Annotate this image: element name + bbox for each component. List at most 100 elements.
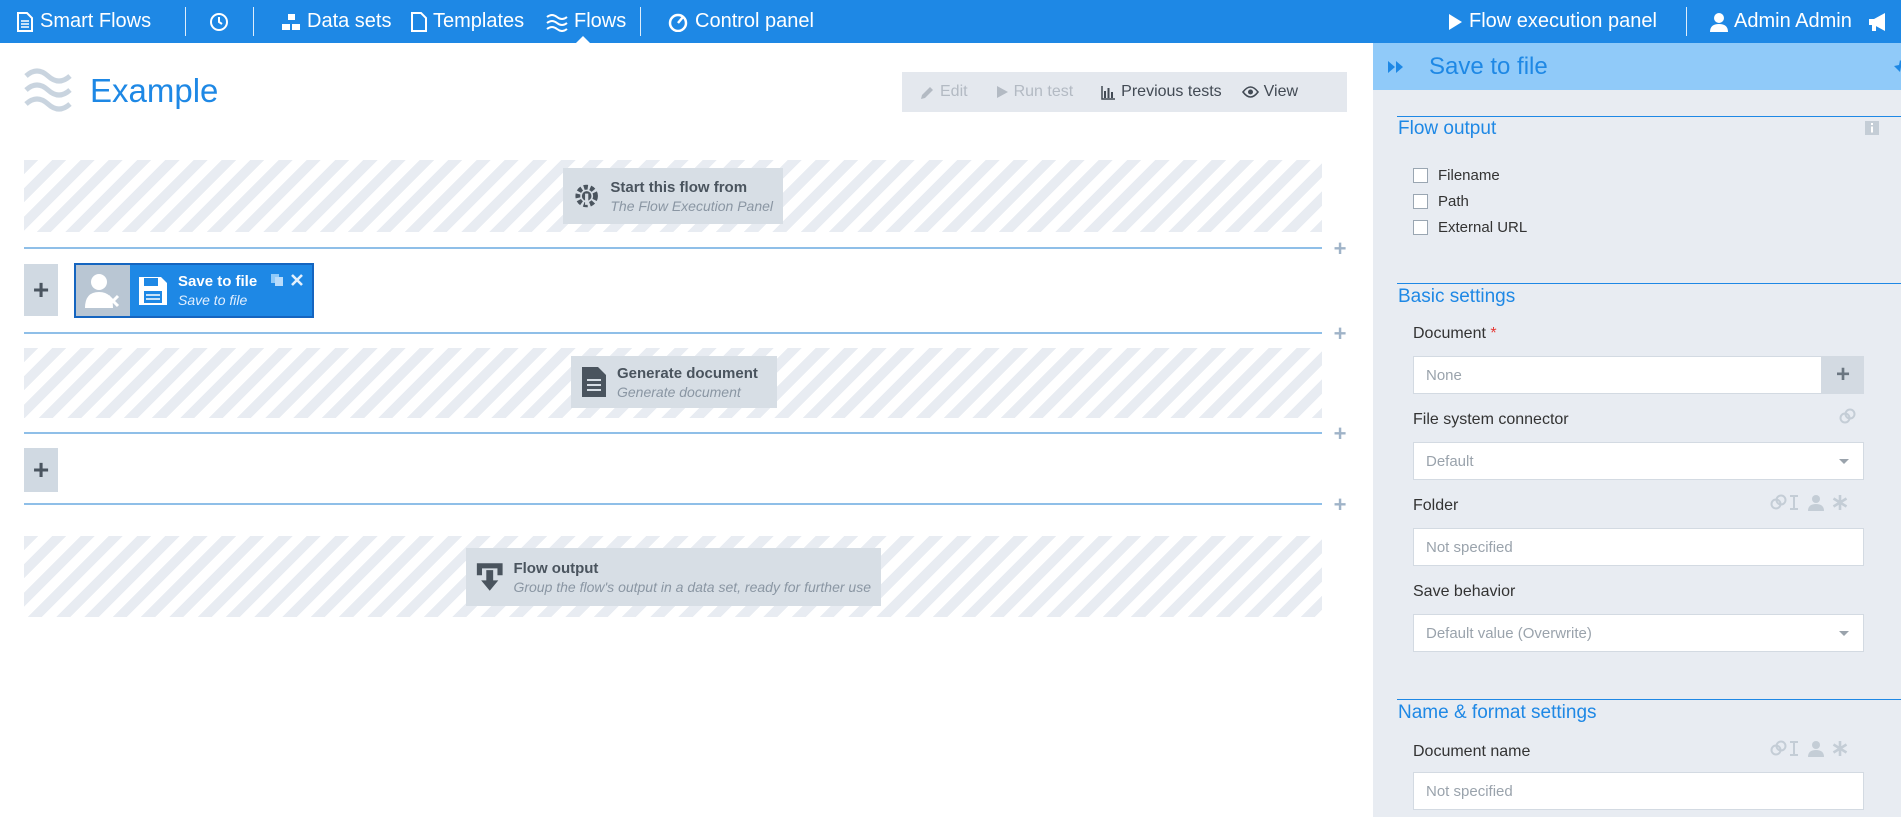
- basic-settings-heading: Basic settings: [1398, 286, 1516, 307]
- nav-templates[interactable]: Templates: [411, 0, 524, 43]
- output-option-filename[interactable]: Filename: [1413, 167, 1500, 184]
- document-select[interactable]: None: [1413, 356, 1822, 394]
- flow-output-node[interactable]: Flow output Group the flow's output in a…: [466, 548, 881, 606]
- connector-line: [24, 332, 1322, 334]
- path-label: Path: [1438, 193, 1469, 210]
- path-checkbox[interactable]: [1413, 194, 1428, 209]
- asterisk-icon[interactable]: [1832, 740, 1848, 757]
- save-node-title: Save to file: [178, 273, 258, 290]
- folder-label: Folder: [1413, 497, 1459, 514]
- history-button[interactable]: [209, 0, 229, 43]
- link-text-icon[interactable]: [1770, 740, 1800, 757]
- info-icon[interactable]: [1864, 120, 1880, 136]
- top-nav: Smart Flows Data sets Templates Flows Co…: [0, 0, 1901, 43]
- play-icon: [1449, 13, 1462, 30]
- floppy-disk-icon: [139, 276, 167, 305]
- save-to-file-node[interactable]: Save to file Save to file: [74, 263, 314, 318]
- clock-icon: [210, 12, 228, 31]
- page-title: Example: [90, 72, 219, 109]
- name-format-heading: Name & format settings: [1398, 702, 1597, 723]
- announcements-button[interactable]: [1868, 0, 1890, 43]
- run-test-button[interactable]: Run test: [986, 72, 1084, 112]
- start-node-title: Start this flow from: [610, 178, 748, 196]
- insert-step-button[interactable]: +: [1332, 323, 1348, 345]
- external-url-label: External URL: [1438, 219, 1528, 236]
- view-label: View: [1263, 83, 1299, 100]
- nav-separator: [253, 7, 254, 36]
- brand-link[interactable]: Smart Flows: [16, 0, 151, 43]
- megaphone-icon: [1869, 12, 1885, 31]
- fs-connector-actions: [1839, 408, 1856, 425]
- copy-icon[interactable]: [270, 273, 284, 287]
- gauge-icon: [668, 13, 688, 32]
- edit-label: Edit: [940, 83, 968, 100]
- document-name-input[interactable]: Not specified: [1413, 772, 1864, 810]
- output-option-path[interactable]: Path: [1413, 193, 1469, 210]
- edit-button[interactable]: Edit: [910, 72, 978, 112]
- sitemap-icon: [282, 13, 300, 30]
- insert-step-button[interactable]: +: [1332, 423, 1348, 445]
- document-name-actions: [1770, 740, 1848, 757]
- user-name: Admin Admin: [1734, 10, 1852, 32]
- document-label-text: Document: [1413, 325, 1486, 342]
- connector-line: [24, 432, 1322, 434]
- filename-checkbox[interactable]: [1413, 168, 1428, 183]
- fs-connector-value: Default: [1426, 452, 1474, 470]
- chevron-down-icon: [1839, 459, 1849, 464]
- start-node[interactable]: Start this flow from The Flow Execution …: [563, 168, 783, 224]
- document-name-label: Document name: [1413, 743, 1531, 760]
- add-document-button[interactable]: +: [1822, 356, 1864, 394]
- flow-execution-panel-label: Flow execution panel: [1469, 10, 1657, 32]
- view-button[interactable]: View: [1232, 72, 1308, 112]
- save-behavior-select[interactable]: Default value (Overwrite): [1413, 614, 1864, 652]
- fs-connector-select[interactable]: Default: [1413, 442, 1864, 480]
- nav-flows-label: Flows: [574, 10, 627, 32]
- generate-document-node[interactable]: Generate document Generate document: [571, 356, 777, 408]
- generate-node-subtitle: Generate document: [617, 383, 741, 400]
- nav-templates-label: Templates: [433, 10, 525, 32]
- bar-chart-icon: [1101, 85, 1116, 100]
- section-divider: [1397, 283, 1901, 284]
- insert-step-button[interactable]: +: [1332, 238, 1348, 260]
- filename-label: Filename: [1438, 167, 1500, 184]
- folder-input[interactable]: Not specified: [1413, 528, 1864, 566]
- document-icon: [582, 367, 606, 397]
- nav-separator: [640, 7, 641, 36]
- link-icon[interactable]: [1839, 408, 1856, 425]
- add-step-button[interactable]: +: [24, 264, 58, 316]
- folder-value: Not specified: [1426, 538, 1513, 556]
- previous-tests-label: Previous tests: [1121, 83, 1222, 100]
- add-step-button[interactable]: +: [24, 448, 58, 492]
- user-icon[interactable]: [1808, 740, 1824, 757]
- nav-control-panel[interactable]: Control panel: [667, 0, 814, 43]
- link-text-icon[interactable]: [1770, 494, 1800, 511]
- output-option-external-url[interactable]: External URL: [1413, 219, 1527, 236]
- start-node-subtitle: The Flow Execution Panel: [610, 197, 773, 214]
- panel-title: Save to file: [1429, 53, 1548, 80]
- close-icon[interactable]: [290, 273, 304, 287]
- nav-data-sets[interactable]: Data sets: [281, 0, 391, 43]
- smart-flows-logo-icon: [17, 11, 33, 32]
- insert-step-button[interactable]: +: [1332, 494, 1348, 516]
- pencil-icon: [921, 86, 933, 99]
- nav-data-sets-label: Data sets: [307, 10, 392, 32]
- asterisk-icon[interactable]: [1832, 494, 1848, 511]
- connector-line: [24, 247, 1322, 249]
- previous-tests-button[interactable]: Previous tests: [1091, 72, 1231, 112]
- nav-control-panel-label: Control panel: [695, 10, 814, 32]
- nav-separator: [185, 7, 186, 36]
- connector-line: [24, 503, 1322, 505]
- section-divider: [1397, 116, 1901, 117]
- play-icon: [996, 86, 1008, 98]
- collapse-panel-icon[interactable]: [1387, 60, 1405, 74]
- user-icon[interactable]: [1808, 494, 1824, 511]
- document-label: Document *: [1413, 325, 1497, 343]
- save-node-subtitle: Save to file: [178, 292, 248, 308]
- external-url-checkbox[interactable]: [1413, 220, 1428, 235]
- pin-icon[interactable]: [1891, 59, 1901, 75]
- panel-header: Save to file: [1373, 43, 1901, 90]
- required-marker: *: [1490, 325, 1497, 342]
- save-behavior-value: Default value (Overwrite): [1426, 624, 1592, 642]
- user-menu[interactable]: Admin Admin: [1710, 0, 1852, 43]
- flow-execution-panel-link[interactable]: Flow execution panel: [1447, 0, 1657, 43]
